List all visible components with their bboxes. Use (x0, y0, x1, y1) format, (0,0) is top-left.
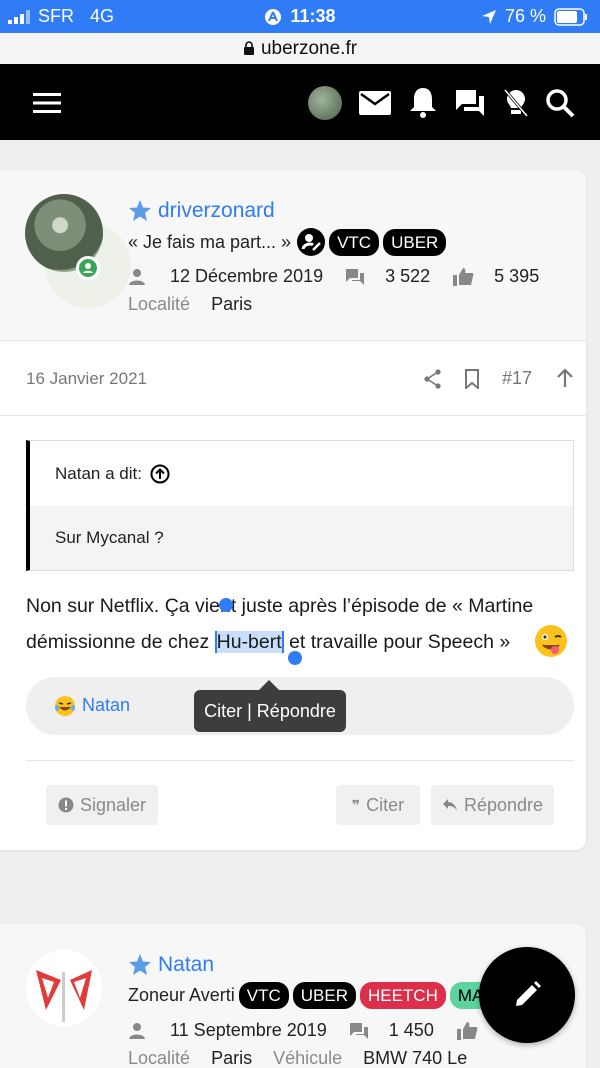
site-navbar (0, 64, 600, 140)
thumbs-up-icon (453, 267, 474, 286)
badge-vtc: VTC (238, 982, 289, 1009)
user-title: « Je fais ma part... » (128, 231, 292, 252)
app-store-icon (265, 8, 282, 25)
username-link[interactable]: driverzonard (158, 199, 275, 223)
quote-content: Sur Mycanal ? (30, 506, 573, 570)
url-text: uberzone.fr (260, 37, 358, 59)
selection-handle-start[interactable] (219, 598, 233, 612)
post-number[interactable]: #17 (502, 368, 532, 389)
winking-emoji-icon (535, 625, 567, 657)
vehicle-value: BMW 740 Le (363, 1048, 468, 1068)
body-text-a: démissionne de chez (26, 631, 215, 653)
bulb-off-icon[interactable] (503, 88, 529, 118)
url-bar[interactable]: uberzone.fr (0, 33, 600, 64)
arrow-up-icon[interactable] (556, 368, 574, 388)
user-online-icon (79, 259, 97, 277)
post-meta: 16 Janvier 2021 #17 (0, 340, 586, 416)
online-indicator (76, 256, 100, 280)
tooltip-arrow (259, 680, 279, 690)
chat-icon[interactable] (454, 88, 486, 118)
badge-uber: UBER (383, 228, 447, 256)
reply-button[interactable]: Répondre (431, 785, 554, 825)
star-icon (129, 200, 151, 221)
reaction-user-link[interactable]: Natan (82, 695, 130, 716)
selection-tooltip[interactable]: Citer | Répondre (194, 690, 346, 732)
joined-date-2: 11 Septembre 2019 (170, 1020, 327, 1040)
thumbs-up-icon (456, 1021, 478, 1040)
person-icon (129, 1022, 145, 1039)
location-arrow-icon (481, 9, 496, 24)
report-label: Signaler (79, 794, 147, 815)
search-icon[interactable] (545, 88, 575, 118)
report-button[interactable]: Signaler (46, 785, 158, 825)
reply-icon (442, 799, 457, 811)
clock: 11:38 (290, 6, 336, 26)
quote-button[interactable]: ❞ Citer (336, 785, 420, 825)
body-line-1: Non sur Netflix. Ça vient juste après l’… (26, 595, 534, 617)
status-right: 76 % (481, 6, 588, 27)
reply-label: Répondre (463, 794, 544, 815)
circle-arrow-up-icon[interactable] (150, 464, 170, 484)
user-header: driverzonard « Je fais ma part... » VTC … (0, 170, 586, 340)
messages-icon (349, 1022, 368, 1039)
likes-count: 5 395 (494, 266, 540, 286)
selected-text[interactable]: Hu-bert (214, 631, 284, 653)
share-icon[interactable] (424, 369, 442, 389)
bookmark-icon[interactable] (464, 369, 480, 389)
message-count: 3 522 (385, 266, 431, 286)
user-avatar-2[interactable] (26, 950, 102, 1026)
body-text-b: et travaille pour Speech » (283, 631, 511, 653)
tooltip-text: Citer | Répondre (204, 700, 336, 721)
location-label-2: Localité (128, 1048, 191, 1068)
pencil-icon (516, 981, 541, 1006)
compose-fab[interactable] (479, 947, 575, 1043)
user-location-row-2: Localité Paris Véhicule BMW 740 Le (128, 1048, 467, 1068)
selection-handle-end[interactable] (288, 651, 302, 665)
divider (26, 760, 574, 761)
post-body: Non sur Netflix. Ça vient juste après l’… (26, 588, 576, 660)
quote-header[interactable]: Natan a dit: (30, 441, 573, 506)
laughing-emoji-icon (55, 696, 75, 716)
vehicle-label: Véhicule (273, 1048, 343, 1068)
mail-icon[interactable] (359, 91, 391, 115)
username-link-2[interactable]: Natan (158, 953, 214, 977)
location-label: Localité (128, 294, 191, 314)
battery-percent: 76 % (504, 6, 546, 26)
badge-heetch: HEETCH (359, 982, 446, 1009)
location-value-2: Paris (211, 1048, 253, 1068)
status-bar: SFR 4G 11:38 76 % (0, 0, 600, 33)
joined-date: 12 Décembre 2019 (170, 266, 324, 286)
badge-uber: UBER (292, 982, 356, 1009)
driver-badge-icon (297, 228, 326, 256)
lock-icon (243, 41, 254, 55)
alert-icon (58, 797, 74, 813)
person-icon (129, 268, 145, 285)
user-title-row-2: Zoneur Averti VTC UBER HEETCH MA (128, 982, 492, 1009)
user-title-2: Zoneur Averti (128, 985, 235, 1005)
battery-icon (554, 7, 587, 26)
badge-vtc: VTC (329, 228, 380, 256)
user-stats: 12 Décembre 2019 3 522 5 395 (128, 266, 539, 287)
star-icon (129, 954, 151, 975)
quote-marks-icon: ❞ (351, 796, 361, 813)
quote-author: Natan a dit: (55, 463, 142, 483)
quote-block: Natan a dit: Sur Mycanal ? (26, 440, 574, 571)
user-stats-2: 11 Septembre 2019 1 450 (128, 1020, 478, 1041)
location-value: Paris (211, 294, 253, 314)
user-title-row: « Je fais ma part... » VTC UBER (128, 228, 447, 256)
messages-icon (346, 268, 365, 285)
bell-icon[interactable] (408, 86, 438, 118)
message-count-2: 1 450 (388, 1020, 434, 1040)
quote-text: Sur Mycanal ? (55, 528, 164, 547)
menu-icon[interactable] (33, 92, 61, 114)
quote-label: Citer (366, 794, 405, 815)
post-date[interactable]: 16 Janvier 2021 (26, 369, 147, 389)
post-card: driverzonard « Je fais ma part... » VTC … (0, 170, 586, 850)
user-location-row: Localité Paris (128, 294, 252, 315)
avatar[interactable] (308, 86, 342, 120)
